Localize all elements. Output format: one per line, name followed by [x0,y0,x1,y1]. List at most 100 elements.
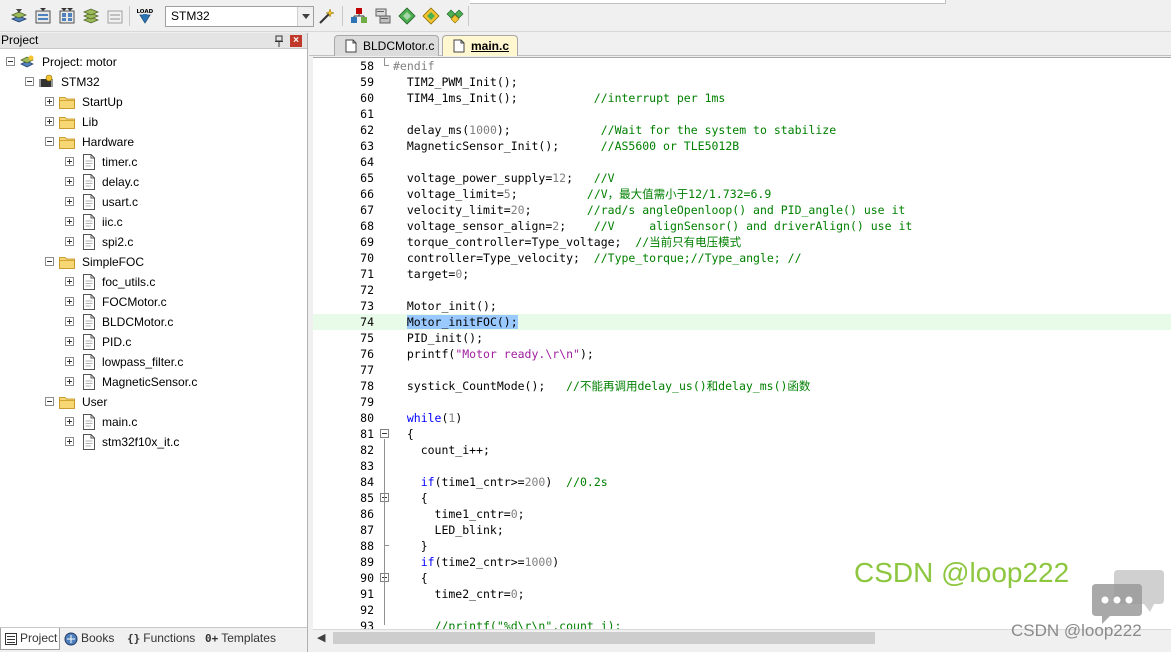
pin-icon[interactable] [274,35,284,47]
collapse-icon[interactable] [45,397,54,406]
expand-icon[interactable] [65,377,74,386]
select-packs-button[interactable] [398,7,416,25]
stop-build-button[interactable] [106,7,124,25]
code-line[interactable]: 77 [313,362,1171,378]
code-line[interactable]: 72 [313,282,1171,298]
tree-item-folder[interactable]: Lib [0,112,307,132]
code-line[interactable]: 83 [313,458,1171,474]
tab-books[interactable]: Books [64,628,122,650]
code-line[interactable]: 87 LED_blink; [313,522,1171,538]
code-line[interactable]: 73 Motor_init(); [313,298,1171,314]
pack-installer-button[interactable] [422,7,440,25]
code-line[interactable]: 75 PID_init(); [313,330,1171,346]
code-editor[interactable]: 58 #endif 59 TIM2_PWM_Init(); 60 TIM4_1ms_I… [313,57,1171,629]
tree-item-folder[interactable]: StartUp [0,92,307,112]
tree-item-folder[interactable]: SimpleFOC [0,252,307,272]
code-line[interactable]: 69 torque_controller=Type_voltage; //当前只… [313,234,1171,250]
code-line[interactable]: 63 MagneticSensor_Init(); //AS5600 or TL… [313,138,1171,154]
tree-item-file[interactable]: lowpass_filter.c [0,352,307,372]
code-line[interactable]: 84 if(time1_cntr>=200) //0.2s [313,474,1171,490]
manage-project-button[interactable] [374,7,392,25]
code-line[interactable]: 64 [313,154,1171,170]
collapse-icon[interactable] [6,57,15,66]
tree-item-file[interactable]: BLDCMotor.c [0,312,307,332]
code-line[interactable]: 79 [313,394,1171,410]
code-line[interactable]: 67 velocity_limit=20; //rad/s angleOpenl… [313,202,1171,218]
expand-icon[interactable] [65,297,74,306]
tree-item-folder[interactable]: Hardware [0,132,307,152]
expand-icon[interactable] [45,97,54,106]
chevron-down-icon[interactable] [297,7,313,26]
tab-functions[interactable]: {} Functions [127,628,202,650]
expand-icon[interactable] [65,197,74,206]
scrollbar-thumb[interactable] [333,632,875,644]
code-line[interactable]: 70 controller=Type_velocity; //Type_torq… [313,250,1171,266]
tree-item-file[interactable]: timer.c [0,152,307,172]
line-number: 79 [360,395,374,409]
expand-icon[interactable] [65,237,74,246]
code-line[interactable]: 61 [313,106,1171,122]
fold-toggle-icon[interactable] [380,429,389,438]
code-line[interactable]: 86 time1_cntr=0; [313,506,1171,522]
code-line[interactable]: 92 [313,602,1171,618]
code-line[interactable]: 71 target=0; [313,266,1171,282]
tree-item-folder[interactable]: User [0,392,307,412]
line-number: 85 [360,491,374,505]
file-extensions-button[interactable] [350,7,368,25]
tab-main-c[interactable]: main.c [442,35,518,56]
expand-icon[interactable] [65,277,74,286]
tab-project[interactable]: Project [0,628,60,650]
expand-icon[interactable] [65,217,74,226]
tree-item-file[interactable]: PID.c [0,332,307,352]
target-options-button[interactable] [318,7,336,25]
code-line[interactable]: 80 while(1) [313,410,1171,426]
expand-icon[interactable] [65,337,74,346]
tree-item-file[interactable]: foc_utils.c [0,272,307,292]
tree-item-project[interactable]: Project: motor [0,52,307,72]
close-icon[interactable]: × [290,35,302,47]
code-line[interactable]: 58 #endif [313,58,1171,74]
run-time-env-button[interactable] [446,7,464,25]
collapse-icon[interactable] [25,77,34,86]
tree-item-file[interactable]: delay.c [0,172,307,192]
scroll-left-icon[interactable]: ◀ [317,632,327,643]
tree-item-file[interactable]: FOCMotor.c [0,292,307,312]
tree-item-file[interactable]: stm32f10x_it.c [0,432,307,452]
expand-icon[interactable] [45,117,54,126]
tree-item-file[interactable]: iic.c [0,212,307,232]
tab-bldcmotor-c[interactable]: BLDCMotor.c [334,35,439,56]
expand-icon[interactable] [65,417,74,426]
tree-item-file[interactable]: main.c [0,412,307,432]
expand-icon[interactable] [65,317,74,326]
code-line[interactable]: 74 Motor_initFOC(); [313,314,1171,330]
build-button[interactable] [34,7,52,25]
collapse-icon[interactable] [45,137,54,146]
code-line[interactable]: 85 { [313,490,1171,506]
batch-build-button[interactable] [82,7,100,25]
tab-templates[interactable]: 0+ Templates [205,628,285,650]
code-line[interactable]: 59 TIM2_PWM_Init(); [313,74,1171,90]
tree-item-file[interactable]: MagneticSensor.c [0,372,307,392]
code-line[interactable]: 66 voltage_limit=5; //V，最大值需小于12/1.732=6… [313,186,1171,202]
expand-icon[interactable] [65,437,74,446]
expand-icon[interactable] [65,357,74,366]
code-line[interactable]: 68 voltage_sensor_align=2; //V alignSens… [313,218,1171,234]
expand-icon[interactable] [65,157,74,166]
translate-button[interactable] [10,7,28,25]
code-line[interactable]: 60 TIM4_1ms_Init(); //interrupt per 1ms [313,90,1171,106]
expand-icon[interactable] [65,177,74,186]
code-line[interactable]: 78 systick_CountMode(); //不能再调用delay_us(… [313,378,1171,394]
tree-item-file[interactable]: usart.c [0,192,307,212]
code-line[interactable]: 88 } [313,538,1171,554]
download-button[interactable]: LOAD [136,7,154,25]
collapse-icon[interactable] [45,257,54,266]
tree-item-file[interactable]: spi2.c [0,232,307,252]
code-line[interactable]: 82 count_i++; [313,442,1171,458]
code-line[interactable]: 76 printf("Motor ready.\r\n"); [313,346,1171,362]
code-line[interactable]: 62 delay_ms(1000); //Wait for the system… [313,122,1171,138]
code-line[interactable]: 65 voltage_power_supply=12; //V [313,170,1171,186]
tree-item-target[interactable]: STM32 [0,72,307,92]
rebuild-button[interactable] [58,7,76,25]
target-select[interactable]: STM32 [165,6,314,27]
code-line[interactable]: 81 { [313,426,1171,442]
